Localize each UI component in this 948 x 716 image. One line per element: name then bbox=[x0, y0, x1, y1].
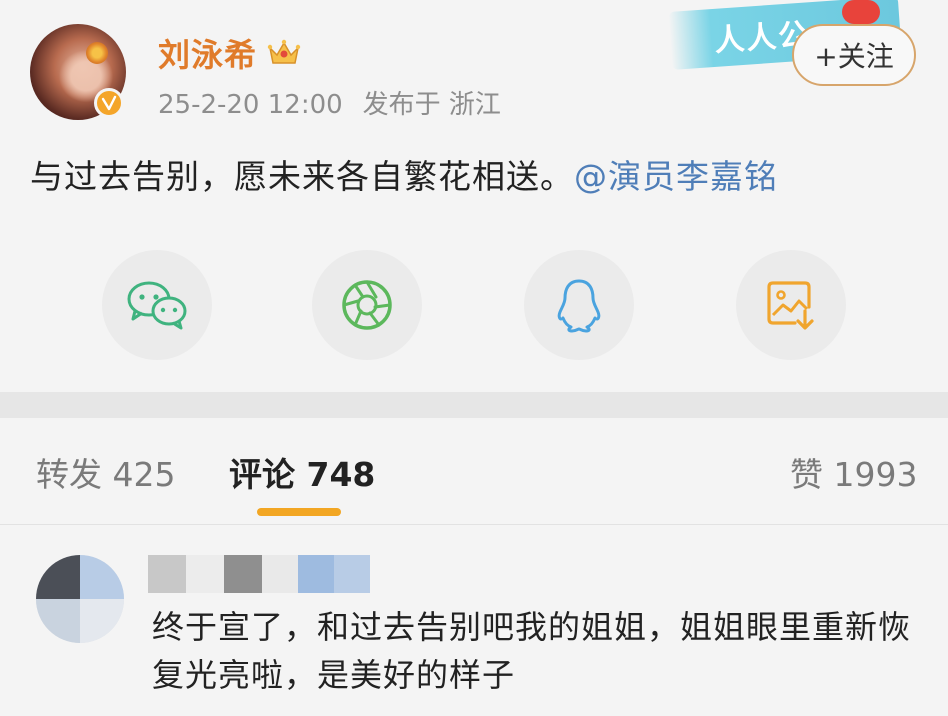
post-location: 发布于 浙江 bbox=[362, 90, 501, 120]
share-row bbox=[102, 250, 852, 360]
post-card: 刘泳希 25-2-20 12:00 发布于 浙江 人人公 +关注 与过去告别，愿未… bbox=[0, 0, 948, 392]
crown-icon bbox=[267, 39, 301, 64]
mention-link[interactable]: @演员李嘉铭 bbox=[574, 157, 778, 196]
post-meta: 25-2-20 12:00 发布于 浙江 bbox=[158, 84, 521, 121]
user-name-row: 刘泳希 bbox=[158, 30, 301, 76]
active-tab-indicator bbox=[257, 508, 341, 516]
share-qq-button[interactable] bbox=[524, 250, 634, 360]
commenter-name-mosaic bbox=[148, 555, 370, 593]
post-date: 25-2-20 12:00 bbox=[158, 90, 343, 120]
tab-comments[interactable]: 评论 748 bbox=[229, 448, 375, 496]
wechat-icon bbox=[127, 281, 187, 330]
share-moments-button[interactable] bbox=[312, 250, 422, 360]
comment-text: 终于宣了，和过去告别吧我的姐姐，姐姐眼里重新恢复光亮啦，是美好的样子 bbox=[152, 608, 912, 694]
save-image-icon bbox=[767, 281, 814, 330]
comment-item: 终于宣了，和过去告别吧我的姐姐，姐姐眼里重新恢复光亮啦，是美好的样子 bbox=[0, 525, 948, 716]
section-divider bbox=[0, 392, 948, 418]
post-text: 与过去告别，愿未来各自繁花相送。@演员李嘉铭 bbox=[30, 150, 778, 198]
interaction-tabs: 转发 425 评论 748 赞 1993 bbox=[0, 418, 948, 525]
qq-icon bbox=[557, 279, 601, 333]
save-image-button[interactable] bbox=[736, 250, 846, 360]
follow-button[interactable]: +关注 bbox=[792, 24, 916, 86]
tab-repost[interactable]: 转发 425 bbox=[36, 448, 175, 496]
weibo-logo-icon bbox=[842, 0, 880, 24]
commenter-avatar[interactable] bbox=[36, 555, 124, 643]
verified-badge-icon bbox=[94, 88, 124, 118]
share-wechat-button[interactable] bbox=[102, 250, 212, 360]
user-name[interactable]: 刘泳希 bbox=[158, 30, 257, 76]
tab-likes[interactable]: 赞 1993 bbox=[790, 448, 917, 496]
moments-icon bbox=[342, 280, 392, 330]
avatar-flower bbox=[86, 42, 108, 64]
post-body: 与过去告别，愿未来各自繁花相送。 bbox=[30, 157, 574, 196]
